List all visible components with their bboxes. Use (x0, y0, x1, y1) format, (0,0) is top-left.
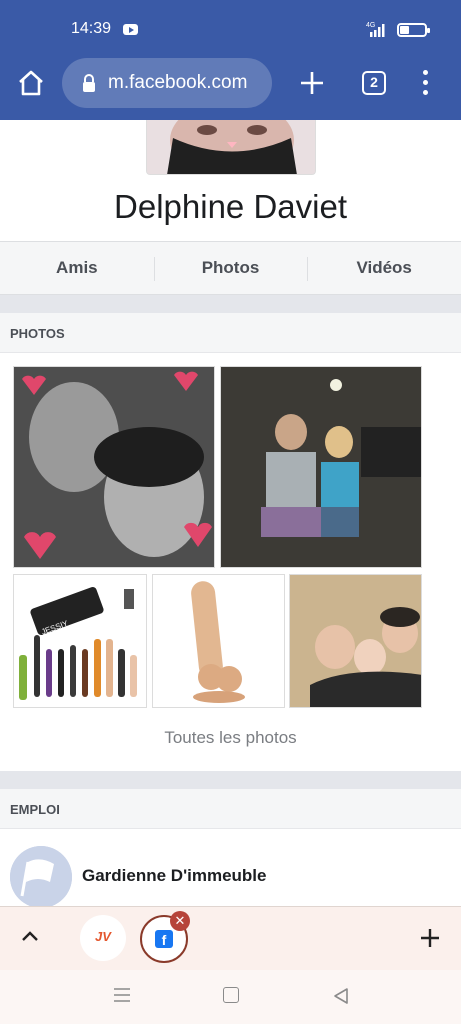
network-label: 4G (366, 22, 375, 29)
tab-friends[interactable]: Amis (0, 242, 154, 294)
tab-photos[interactable]: Photos (153, 242, 308, 294)
status-bar: 14:39 4G (0, 0, 461, 56)
close-icon[interactable]: ✕ (170, 911, 190, 931)
job-entry[interactable]: Gardienne D'immeuble (0, 830, 461, 908)
profile-name: Delphine Daviet (114, 188, 347, 225)
tab-jeuxvideo[interactable]: JV (80, 915, 126, 961)
plus-icon[interactable] (299, 70, 325, 96)
work-section-title: EMPLOI (10, 802, 60, 817)
home-icon[interactable] (17, 70, 45, 96)
profile-photo-image (147, 120, 315, 174)
photo-thumbnail[interactable] (152, 574, 285, 708)
tab-count: 2 (370, 74, 378, 90)
jv-logo: JV (95, 929, 111, 944)
status-time: 14:39 (71, 20, 112, 37)
photo-image (14, 367, 214, 567)
facebook-logo-icon: f (155, 930, 173, 948)
photos-section-header: PHOTOS (0, 313, 461, 353)
back-icon[interactable] (332, 987, 350, 1005)
section-divider (0, 771, 461, 789)
chevron-up-icon[interactable] (20, 929, 40, 943)
photo-image (221, 367, 421, 567)
address-bar[interactable]: m.facebook.com (62, 58, 272, 108)
profile-tabs: Amis Photos Vidéos (0, 241, 461, 295)
photo-image (153, 575, 284, 707)
menu-icon[interactable] (421, 70, 429, 96)
photo-thumbnail[interactable] (13, 366, 215, 568)
work-section-header: EMPLOI (0, 789, 461, 829)
browser-chrome: 14:39 4G m.facebook.com 2 (0, 0, 461, 120)
youtube-notification-icon (123, 24, 138, 35)
job-flag-icon (10, 846, 72, 908)
photo-thumbnail[interactable] (289, 574, 422, 708)
section-divider (0, 295, 461, 313)
recent-apps-icon[interactable] (113, 987, 131, 1003)
tabs-icon[interactable]: 2 (362, 71, 386, 95)
battery-icon (397, 23, 430, 37)
photo-image: JESSIY (14, 575, 146, 707)
system-nav-bar (0, 970, 461, 1024)
signal-icon: 4G (366, 22, 385, 37)
see-all-photos-link[interactable]: Toutes les photos (0, 728, 461, 748)
nav-home-icon[interactable] (223, 987, 239, 1003)
tab-videos[interactable]: Vidéos (307, 242, 461, 294)
url-text: m.facebook.com (108, 72, 248, 93)
photo-image (290, 575, 421, 707)
new-tab-icon[interactable] (419, 927, 441, 949)
photos-section-title: PHOTOS (10, 326, 65, 341)
browser-tab-strip: JV f ✕ (0, 906, 461, 970)
profile-photo[interactable] (146, 120, 316, 175)
photo-thumbnail[interactable]: JESSIY (13, 574, 147, 708)
job-title: Gardienne D'immeuble (82, 866, 267, 885)
lock-icon (83, 74, 95, 92)
photo-thumbnail[interactable] (220, 366, 422, 568)
